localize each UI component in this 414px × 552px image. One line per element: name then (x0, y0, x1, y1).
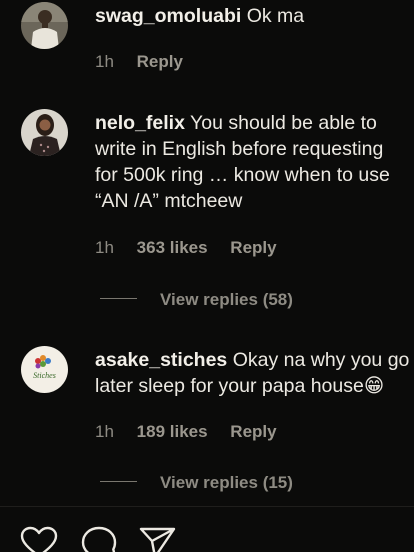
replies-divider-line (100, 481, 137, 483)
heart-icon[interactable] (20, 526, 58, 552)
comment-text: Ok ma (246, 5, 305, 27)
replies-divider-line (100, 298, 137, 300)
comment-time: 1h (95, 52, 114, 71)
like-count[interactable]: 363 likes (137, 238, 208, 257)
action-bar-divider (0, 506, 414, 507)
avatar[interactable] (21, 109, 68, 156)
comment-username[interactable]: asake_stiches (95, 349, 227, 371)
avatar[interactable]: Stiches (21, 346, 68, 393)
comment-time: 1h (95, 238, 114, 257)
avatar[interactable] (21, 2, 68, 49)
reply-button[interactable]: Reply (230, 238, 276, 257)
reply-button[interactable]: Reply (137, 52, 183, 71)
comments-screen: swag_omoluabi Ok ma 1h Reply nelo_felix … (0, 0, 414, 552)
comment-meta: 1h 189 likes Reply (95, 422, 295, 442)
comment-body: nelo_felix You should be able to write i… (95, 110, 411, 214)
view-replies-label: View replies (15) (160, 473, 293, 492)
avatar-logo-text: Stiches (33, 371, 56, 380)
profile-photo-man-icon (21, 2, 68, 49)
comment-time: 1h (95, 422, 114, 441)
send-icon[interactable] (139, 526, 177, 552)
comment-meta: 1h Reply (95, 52, 201, 72)
comment-username[interactable]: swag_omoluabi (95, 5, 241, 27)
comment-body: asake_stiches Okay na why you go later s… (95, 347, 411, 399)
view-replies-button[interactable]: View replies (58) (100, 290, 293, 310)
like-count[interactable]: 189 likes (137, 422, 208, 441)
stiches-logo-icon: Stiches (21, 346, 68, 393)
reply-button[interactable]: Reply (230, 422, 276, 441)
profile-photo-woman-icon (21, 109, 68, 156)
comment-body: swag_omoluabi Ok ma (95, 3, 411, 29)
comment-icon[interactable] (80, 526, 118, 552)
comment-username[interactable]: nelo_felix (95, 112, 185, 134)
view-replies-button[interactable]: View replies (15) (100, 473, 293, 493)
comment-meta: 1h 363 likes Reply (95, 238, 295, 258)
view-replies-label: View replies (58) (160, 290, 293, 309)
